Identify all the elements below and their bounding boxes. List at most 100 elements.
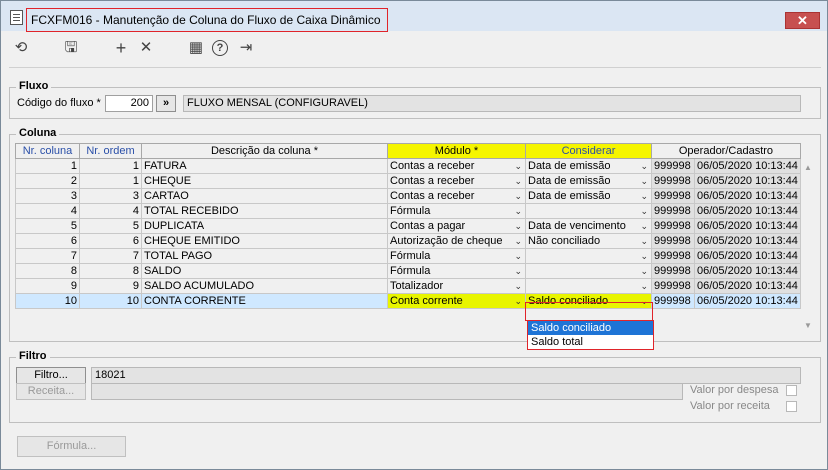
- cell-descricao[interactable]: TOTAL PAGO: [141, 248, 388, 264]
- cell-modulo[interactable]: Fórmula ⌄: [387, 263, 526, 279]
- cell-nr-coluna[interactable]: 3: [15, 188, 80, 204]
- cell-nr-ordem[interactable]: 1: [79, 173, 142, 189]
- fluxo-lookup-button[interactable]: »: [156, 95, 176, 112]
- cell-nr-ordem[interactable]: 1: [79, 158, 142, 174]
- table-row[interactable]: 9 9 SALDO ACUMULADO Totalizador ⌄ ⌄ 999998 06/0…: [15, 278, 801, 294]
- cell-descricao[interactable]: SALDO: [141, 263, 388, 279]
- cell-nr-coluna[interactable]: 1: [15, 158, 80, 174]
- cell-nr-coluna[interactable]: 2: [15, 173, 80, 189]
- refresh-icon[interactable]: ⟲: [12, 39, 30, 57]
- chevron-down-icon[interactable]: ⌄: [640, 160, 648, 173]
- cell-modulo[interactable]: Contas a pagar ⌄: [387, 218, 526, 234]
- dropdown-option[interactable]: Saldo total: [528, 335, 653, 349]
- receita-button[interactable]: Receita...: [16, 383, 86, 400]
- cell-operador[interactable]: 999998: [651, 218, 695, 234]
- cell-nr-ordem[interactable]: 3: [79, 188, 142, 204]
- chevron-down-icon[interactable]: ⌄: [640, 265, 648, 278]
- chevron-down-icon[interactable]: ⌄: [640, 250, 648, 263]
- cell-operador[interactable]: 999998: [651, 188, 695, 204]
- cell-considerar[interactable]: ⌄: [525, 278, 652, 294]
- chevron-down-icon[interactable]: ⌄: [514, 295, 522, 308]
- chevron-down-icon[interactable]: ⌄: [514, 250, 522, 263]
- cell-operador[interactable]: 999998: [651, 248, 695, 264]
- cell-cadastro[interactable]: 06/05/2020 10:13:44: [694, 248, 801, 264]
- cell-modulo[interactable]: Fórmula ⌄: [387, 203, 526, 219]
- fluxo-code-input[interactable]: 200: [105, 95, 153, 112]
- considerar-dropdown-list[interactable]: Saldo conciliado Saldo total: [527, 320, 654, 350]
- cell-operador[interactable]: 999998: [651, 278, 695, 294]
- cell-modulo[interactable]: Conta corrente ⌄: [387, 293, 526, 309]
- chevron-down-icon[interactable]: ⌄: [514, 280, 522, 293]
- cell-considerar[interactable]: Não conciliado ⌄: [525, 233, 652, 249]
- cell-considerar[interactable]: ⌄: [525, 263, 652, 279]
- cell-nr-coluna[interactable]: 6: [15, 233, 80, 249]
- cell-modulo[interactable]: Contas a receber ⌄: [387, 173, 526, 189]
- cell-nr-coluna[interactable]: 9: [15, 278, 80, 294]
- cell-operador[interactable]: 999998: [651, 173, 695, 189]
- cell-considerar[interactable]: Data de emissão ⌄: [525, 188, 652, 204]
- cell-descricao[interactable]: FATURA: [141, 158, 388, 174]
- cell-nr-coluna[interactable]: 7: [15, 248, 80, 264]
- delete-icon[interactable]: ✕: [137, 39, 155, 57]
- cell-modulo[interactable]: Totalizador ⌄: [387, 278, 526, 294]
- help-icon[interactable]: ?: [212, 40, 228, 56]
- chevron-down-icon[interactable]: ⌄: [514, 220, 522, 233]
- table-row[interactable]: 3 3 CARTAO Contas a receber ⌄ Data de emissão…: [15, 188, 801, 204]
- calendar-icon[interactable]: ▦: [187, 39, 205, 57]
- cell-considerar[interactable]: Data de emissão ⌄: [525, 158, 652, 174]
- chevron-down-icon[interactable]: ⌄: [514, 265, 522, 278]
- cell-modulo[interactable]: Contas a receber ⌄: [387, 188, 526, 204]
- cell-cadastro[interactable]: 06/05/2020 10:13:44: [694, 263, 801, 279]
- cell-operador[interactable]: 999998: [651, 263, 695, 279]
- cell-nr-ordem[interactable]: 6: [79, 233, 142, 249]
- table-row[interactable]: 4 4 TOTAL RECEBIDO Fórmula ⌄ ⌄ 999998 06/05/202…: [15, 203, 801, 219]
- chevron-down-icon[interactable]: ⌄: [514, 205, 522, 218]
- cell-cadastro[interactable]: 06/05/2020 10:13:44: [694, 278, 801, 294]
- cell-nr-ordem[interactable]: 5: [79, 218, 142, 234]
- scroll-up-icon[interactable]: ▲: [801, 163, 815, 172]
- cell-cadastro[interactable]: 06/05/2020 10:13:44: [694, 158, 801, 174]
- table-row[interactable]: 6 6 CHEQUE EMITIDO Autorização de cheque ⌄ Nã…: [15, 233, 801, 249]
- cell-nr-coluna[interactable]: 4: [15, 203, 80, 219]
- cell-descricao[interactable]: TOTAL RECEBIDO: [141, 203, 388, 219]
- cell-cadastro[interactable]: 06/05/2020 10:13:44: [694, 218, 801, 234]
- cell-considerar[interactable]: ⌄: [525, 203, 652, 219]
- filtro-button[interactable]: Filtro...: [16, 367, 86, 384]
- cell-cadastro[interactable]: 06/05/2020 10:13:44: [694, 188, 801, 204]
- table-row[interactable]: 2 1 CHEQUE Contas a receber ⌄ Data de emissão…: [15, 173, 801, 189]
- header-nr-ordem[interactable]: Nr. ordem: [79, 143, 142, 159]
- cell-descricao[interactable]: DUPLICATA: [141, 218, 388, 234]
- cell-descricao[interactable]: SALDO ACUMULADO: [141, 278, 388, 294]
- table-scrollbar[interactable]: ▲ ▼: [801, 157, 815, 333]
- header-descricao[interactable]: Descrição da coluna *: [141, 143, 388, 159]
- exit-icon[interactable]: ⇥: [237, 39, 255, 57]
- cell-descricao[interactable]: CONTA CORRENTE: [141, 293, 388, 309]
- table-row[interactable]: 1 1 FATURA Contas a receber ⌄ Data de emissão…: [15, 158, 801, 174]
- dropdown-option[interactable]: Saldo conciliado: [528, 321, 653, 335]
- cell-modulo[interactable]: Fórmula ⌄: [387, 248, 526, 264]
- table-row[interactable]: 7 7 TOTAL PAGO Fórmula ⌄ ⌄ 999998 06/05/2020 10…: [15, 248, 801, 264]
- scroll-down-icon[interactable]: ▼: [801, 321, 815, 330]
- cell-descricao[interactable]: CARTAO: [141, 188, 388, 204]
- add-icon[interactable]: +: [112, 39, 130, 57]
- header-considerar[interactable]: Considerar: [525, 143, 652, 159]
- cell-nr-coluna[interactable]: 8: [15, 263, 80, 279]
- valor-receita-checkbox[interactable]: [786, 401, 797, 412]
- cell-nr-ordem[interactable]: 9: [79, 278, 142, 294]
- cell-nr-ordem[interactable]: 4: [79, 203, 142, 219]
- cell-nr-ordem[interactable]: 7: [79, 248, 142, 264]
- cell-considerar[interactable]: Data de vencimento ⌄: [525, 218, 652, 234]
- chevron-down-icon[interactable]: ⌄: [640, 235, 648, 248]
- chevron-down-icon[interactable]: ⌄: [640, 175, 648, 188]
- cell-considerar[interactable]: ⌄: [525, 248, 652, 264]
- header-nr-coluna[interactable]: Nr. coluna: [15, 143, 80, 159]
- cell-considerar[interactable]: Data de emissão ⌄: [525, 173, 652, 189]
- chevron-down-icon[interactable]: ⌄: [514, 175, 522, 188]
- cell-nr-coluna[interactable]: 10: [15, 293, 80, 309]
- formula-button[interactable]: Fórmula...: [17, 436, 126, 457]
- table-row[interactable]: 10 10 CONTA CORRENTE Conta corrente ⌄ Saldo c…: [15, 293, 801, 309]
- cell-operador[interactable]: 999998: [651, 293, 695, 309]
- chevron-down-icon[interactable]: ⌄: [640, 220, 648, 233]
- table-row[interactable]: 8 8 SALDO Fórmula ⌄ ⌄ 999998 06/05/2020 10:13:4…: [15, 263, 801, 279]
- cell-descricao[interactable]: CHEQUE: [141, 173, 388, 189]
